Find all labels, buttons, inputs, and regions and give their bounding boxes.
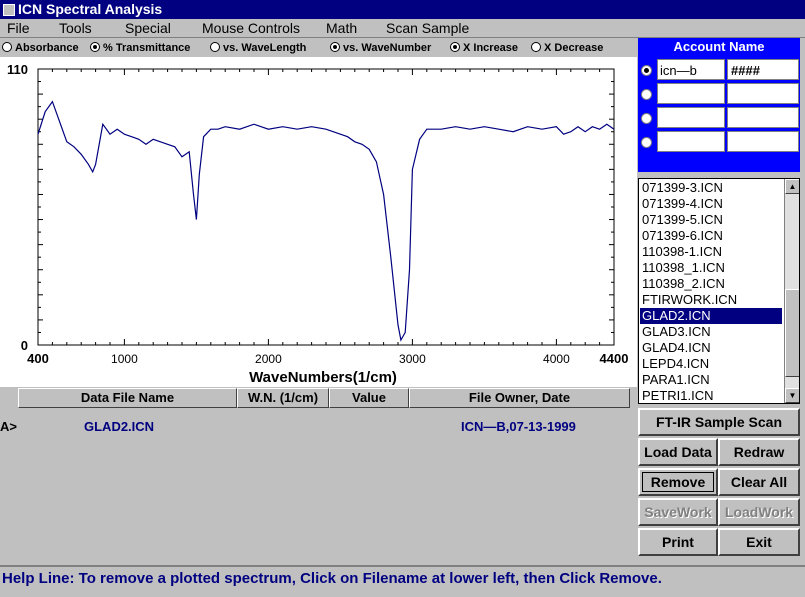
col-wave-number: W.N. (1/cm) <box>237 388 329 408</box>
radio-icon <box>90 42 100 52</box>
account-name-field[interactable] <box>657 131 725 152</box>
scroll-up-icon[interactable]: ▲ <box>785 179 799 194</box>
col-file-owner-date: File Owner, Date <box>409 388 630 408</box>
scroll-down-icon[interactable]: ▼ <box>785 388 799 403</box>
plot-frame <box>37 68 615 346</box>
row-owner-date: ICN—B,07-13-1999 <box>461 419 576 434</box>
load-work-button[interactable]: LoadWork <box>718 498 800 526</box>
x-tick-label: 400 <box>27 351 49 366</box>
file-item[interactable]: 110398-1.ICN <box>640 244 782 260</box>
menu-bar: File Tools Special Mouse Controls Math S… <box>0 19 805 38</box>
x-tick-label: 4400 <box>600 351 629 366</box>
app-icon[interactable] <box>3 4 15 16</box>
y-tick-label: 0 <box>21 338 28 353</box>
plot-options: Absorbance % Transmittance vs. WaveLengt… <box>0 40 635 56</box>
row-marker: A> <box>0 419 17 434</box>
option-x-decrease[interactable]: X Decrease <box>531 40 603 56</box>
menu-mouse-controls[interactable]: Mouse Controls <box>202 19 300 37</box>
option-transmittance[interactable]: % Transmittance <box>90 40 190 56</box>
x-tick-label: 2000 <box>255 352 282 366</box>
file-list-scrollbar[interactable]: ▲ ▼ <box>784 179 799 403</box>
option-vs-wavelength[interactable]: vs. WaveLength <box>210 40 306 56</box>
menu-scan-sample[interactable]: Scan Sample <box>386 19 469 37</box>
radio-icon <box>330 42 340 52</box>
file-item[interactable]: FTIRWORK.ICN <box>640 292 782 308</box>
menu-special[interactable]: Special <box>125 19 171 37</box>
file-item[interactable]: GLAD4.ICN <box>640 340 782 356</box>
account-password-field[interactable] <box>727 131 799 152</box>
load-data-button[interactable]: Load Data <box>638 438 718 466</box>
col-data-file-name: Data File Name <box>18 388 237 408</box>
exit-button[interactable]: Exit <box>718 528 800 556</box>
option-x-increase[interactable]: X Increase <box>450 40 518 56</box>
clear-all-button[interactable]: Clear All <box>718 468 800 496</box>
account-password-field[interactable]: #### <box>727 59 799 80</box>
menu-file[interactable]: File <box>7 19 30 37</box>
window-title: ICN Spectral Analysis <box>18 1 163 17</box>
account-row[interactable] <box>638 83 800 106</box>
table-row[interactable]: A> GLAD2.ICN ICN—B,07-13-1999 <box>0 418 630 436</box>
file-item[interactable]: 071399-5.ICN <box>640 212 782 228</box>
col-value: Value <box>329 388 409 408</box>
account-name-field[interactable]: icn—b <box>657 59 725 80</box>
account-radio-icon[interactable] <box>641 137 652 148</box>
redraw-button[interactable]: Redraw <box>718 438 800 466</box>
account-row[interactable] <box>638 131 800 154</box>
x-tick-label: 4000 <box>543 352 570 366</box>
ftir-sample-scan-button[interactable]: FT-IR Sample Scan <box>638 408 800 436</box>
x-tick-label: 3000 <box>399 352 426 366</box>
radio-icon <box>2 42 12 52</box>
data-table-header: Data File Name W.N. (1/cm) Value File Ow… <box>18 388 630 408</box>
option-vs-wavenumber[interactable]: vs. WaveNumber <box>330 40 431 56</box>
menu-math[interactable]: Math <box>326 19 357 37</box>
file-item-selected[interactable]: GLAD2.ICN <box>640 308 782 324</box>
file-list[interactable]: 071399-3.ICN 071399-4.ICN 071399-5.ICN 0… <box>638 178 800 404</box>
account-name-field[interactable] <box>657 83 725 104</box>
spectrum-plot-area[interactable]: 400 1000 2000 3000 4000 4400 0 110 WaveNumbers(… <box>0 57 637 387</box>
spectrum-line <box>37 100 615 342</box>
account-row[interactable] <box>638 107 800 130</box>
account-title: Account Name <box>673 39 765 54</box>
scroll-thumb[interactable] <box>785 289 799 377</box>
account-name-field[interactable] <box>657 107 725 128</box>
file-item[interactable]: GLAD3.ICN <box>640 324 782 340</box>
option-absorbance[interactable]: Absorbance <box>2 40 79 56</box>
account-row[interactable]: icn—b #### <box>638 59 800 82</box>
option-label: X Decrease <box>544 42 604 54</box>
account-radio-icon[interactable] <box>641 89 652 100</box>
file-item[interactable]: PETRI1.ICN <box>640 388 782 403</box>
spectrum-chart[interactable]: 400 1000 2000 3000 4000 4400 0 110 WaveNumbers(… <box>0 57 637 387</box>
row-file-name[interactable]: GLAD2.ICN <box>84 418 154 436</box>
option-label: vs. WaveNumber <box>343 42 432 54</box>
radio-icon <box>450 42 460 52</box>
file-item[interactable]: 071399-3.ICN <box>640 180 782 196</box>
remove-button[interactable]: Remove <box>638 468 718 496</box>
account-radio-icon[interactable] <box>641 65 652 76</box>
file-item[interactable]: PARA1.ICN <box>640 372 782 388</box>
option-label: X Increase <box>463 42 519 54</box>
file-item[interactable]: 071399-6.ICN <box>640 228 782 244</box>
option-label: Absorbance <box>15 42 79 54</box>
y-tick-label: 110 <box>7 62 28 77</box>
file-item[interactable]: 071399-4.ICN <box>640 196 782 212</box>
menu-tools[interactable]: Tools <box>59 19 92 37</box>
file-item[interactable]: LEPD4.ICN <box>640 356 782 372</box>
account-password-field[interactable] <box>727 83 799 104</box>
radio-icon <box>531 42 541 52</box>
radio-icon <box>210 42 220 52</box>
print-button[interactable]: Print <box>638 528 718 556</box>
x-tick-label: 1000 <box>111 352 138 366</box>
account-panel: Account Name icn—b #### <box>638 38 800 172</box>
help-line: Help Line: To remove a plotted spectrum,… <box>0 565 805 595</box>
save-work-button[interactable]: SaveWork <box>638 498 718 526</box>
account-password-field[interactable] <box>727 107 799 128</box>
option-label: vs. WaveLength <box>223 42 307 54</box>
file-item[interactable]: 110398_1.ICN <box>640 260 782 276</box>
help-text: Help Line: To remove a plotted spectrum,… <box>2 570 662 587</box>
x-axis-label: WaveNumbers(1/cm) <box>249 369 397 386</box>
title-bar: ICN Spectral Analysis <box>0 0 805 19</box>
file-item[interactable]: 110398_2.ICN <box>640 276 782 292</box>
option-label: % Transmittance <box>103 42 191 54</box>
account-radio-icon[interactable] <box>641 113 652 124</box>
